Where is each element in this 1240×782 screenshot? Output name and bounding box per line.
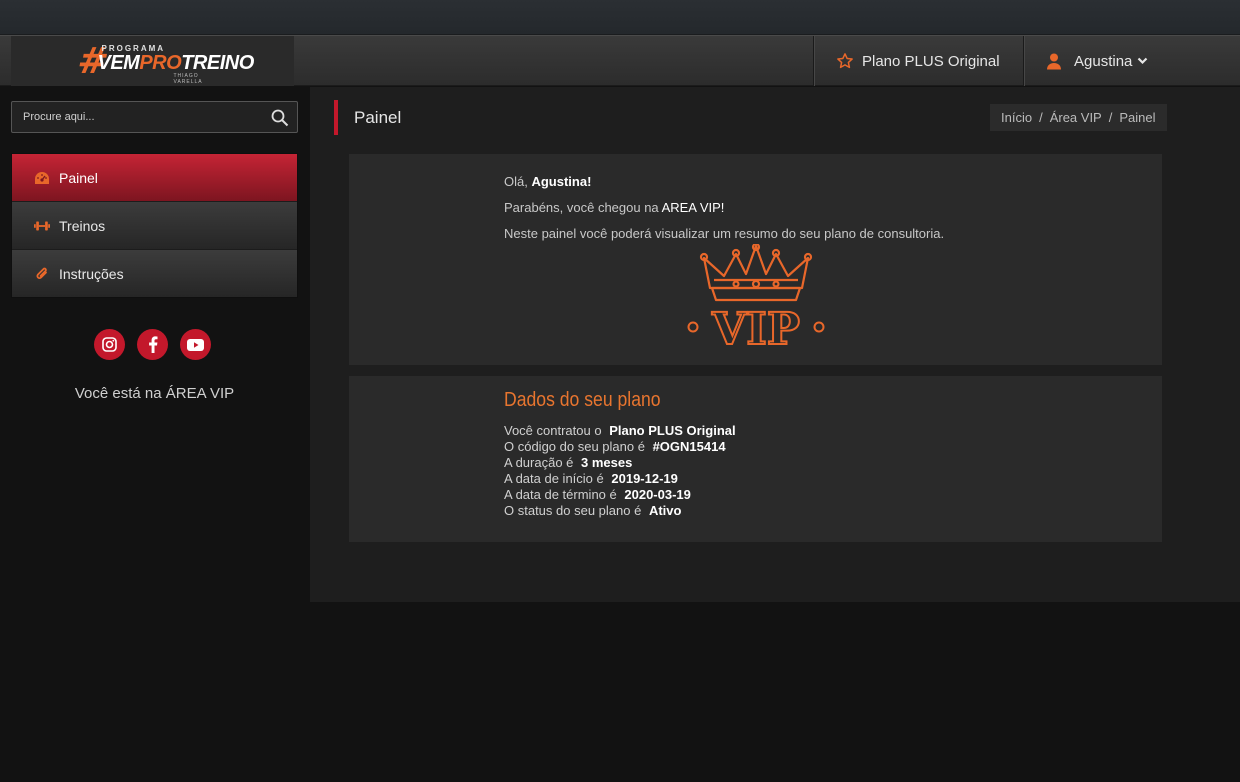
- sidebar-item-treinos[interactable]: Treinos: [12, 202, 297, 250]
- plan-row-label: O status do seu plano é: [504, 503, 642, 518]
- sidebar-item-label: Treinos: [59, 217, 106, 234]
- facebook-icon: [148, 336, 157, 353]
- logo-wordmark: VEMPROTREINO: [97, 52, 255, 75]
- plan-row-label: A data de término é: [504, 487, 617, 502]
- sidebar-item-label: Painel: [59, 169, 98, 186]
- plan-row: A data de término é 2020-03-19: [504, 487, 736, 503]
- search-input[interactable]: [12, 111, 262, 123]
- instagram-link[interactable]: [94, 329, 125, 360]
- plan-row-value: Plano PLUS Original: [609, 423, 736, 438]
- logo-container[interactable]: # PROGRAMA VEMPROTREINO THIAGO VARELLA: [11, 36, 294, 86]
- plan-heading: Dados do seu plano: [504, 389, 661, 411]
- vip-crown-logo: VIP: [687, 244, 825, 348]
- plan-row-label: A data de início é: [504, 471, 604, 486]
- plan-row: O código do seu plano é #OGN15414: [504, 439, 736, 455]
- plan-row-value: Ativo: [648, 503, 682, 518]
- chevron-down-icon: [1138, 57, 1148, 65]
- social-links: [94, 329, 211, 360]
- youtube-link[interactable]: [180, 329, 211, 360]
- plan-row-label: Você contratou o: [504, 423, 602, 438]
- top-navbar: # PROGRAMA VEMPROTREINO THIAGO VARELLA P…: [0, 35, 1240, 86]
- plan-row-value: 2020-03-19: [624, 487, 691, 502]
- search-box: [11, 101, 298, 133]
- breadcrumb-area-vip[interactable]: Área VIP: [1050, 110, 1102, 125]
- congrats-prefix: Parabéns, você chegou na: [504, 200, 662, 215]
- brand-logo[interactable]: # PROGRAMA VEMPROTREINO THIAGO VARELLA: [74, 39, 254, 85]
- instagram-icon: [102, 337, 117, 352]
- plan-row: Você contratou o Plano PLUS Original: [504, 423, 736, 439]
- plan-row-value: 3 meses: [581, 455, 633, 470]
- breadcrumb-separator: /: [1039, 110, 1043, 125]
- plan-row-label: O código do seu plano é: [504, 439, 645, 454]
- welcome-text: Olá, Agustina! Parabéns, você chegou na …: [504, 169, 944, 247]
- plan-row-value: #OGN15414: [652, 439, 726, 454]
- breadcrumb-separator: /: [1108, 110, 1113, 125]
- plan-nav-label: Plano PLUS Original: [862, 52, 1000, 70]
- browser-top-strip: [0, 0, 1240, 35]
- facebook-link[interactable]: [137, 329, 168, 360]
- logo-treino: TREINO: [181, 52, 254, 74]
- greeting: Olá,: [504, 174, 528, 189]
- sidebar-item-instrucoes[interactable]: Instruções: [12, 250, 297, 297]
- plan-details: Dados do seu plano Você contratou o Plan…: [504, 389, 736, 519]
- plan-row: A duração é 3 meses: [504, 455, 736, 471]
- plan-row: A data de início é 2019-12-19: [504, 471, 736, 487]
- user-name: Agustina: [1074, 52, 1133, 70]
- logo-signature: THIAGO VARELLA: [173, 73, 203, 85]
- congrats-line: Parabéns, você chegou na AREA VIP!: [504, 195, 944, 221]
- plan-card: Dados do seu plano Você contratou o Plan…: [349, 376, 1162, 542]
- vip-text: VIP: [711, 304, 800, 348]
- plan-row: O status do seu plano é Ativo: [504, 503, 736, 519]
- greeting-line: Olá, Agustina!: [504, 169, 944, 195]
- logo-vem: VEM: [97, 52, 140, 74]
- youtube-icon: [187, 338, 204, 351]
- main-content: Painel Início / Área VIP / Painel Olá, A…: [310, 87, 1240, 602]
- sidebar-menu: Painel Treinos Instruções: [11, 153, 298, 298]
- congrats-strong: AREA VIP!: [661, 200, 725, 215]
- sidebar-item-painel[interactable]: Painel: [12, 154, 297, 202]
- dashboard-icon: [34, 170, 50, 186]
- sidebar-item-label: Instruções: [59, 265, 124, 282]
- page-title: Painel: [334, 100, 401, 135]
- greeting-name: Agustina!: [531, 174, 592, 189]
- logo-pro: PRO: [139, 52, 182, 74]
- breadcrumb: Início / Área VIP / Painel: [990, 104, 1167, 131]
- star-icon: [837, 53, 853, 69]
- vip-area-note: Você está na ÁREA VIP: [74, 385, 235, 402]
- search-icon[interactable]: [271, 109, 289, 127]
- plan-row-label: A duração é: [504, 455, 574, 470]
- breadcrumb-inicio[interactable]: Início: [1001, 110, 1032, 125]
- plan-row-value: 2019-12-19: [611, 471, 678, 486]
- breadcrumb-painel: Painel: [1119, 110, 1156, 125]
- user-menu[interactable]: Agustina: [1024, 36, 1174, 86]
- dumbbell-icon: [34, 218, 50, 234]
- welcome-card: Olá, Agustina! Parabéns, você chegou na …: [349, 154, 1162, 365]
- plan-nav-item[interactable]: Plano PLUS Original: [814, 36, 1023, 86]
- user-icon: [1047, 53, 1061, 69]
- paperclip-icon: [34, 266, 50, 282]
